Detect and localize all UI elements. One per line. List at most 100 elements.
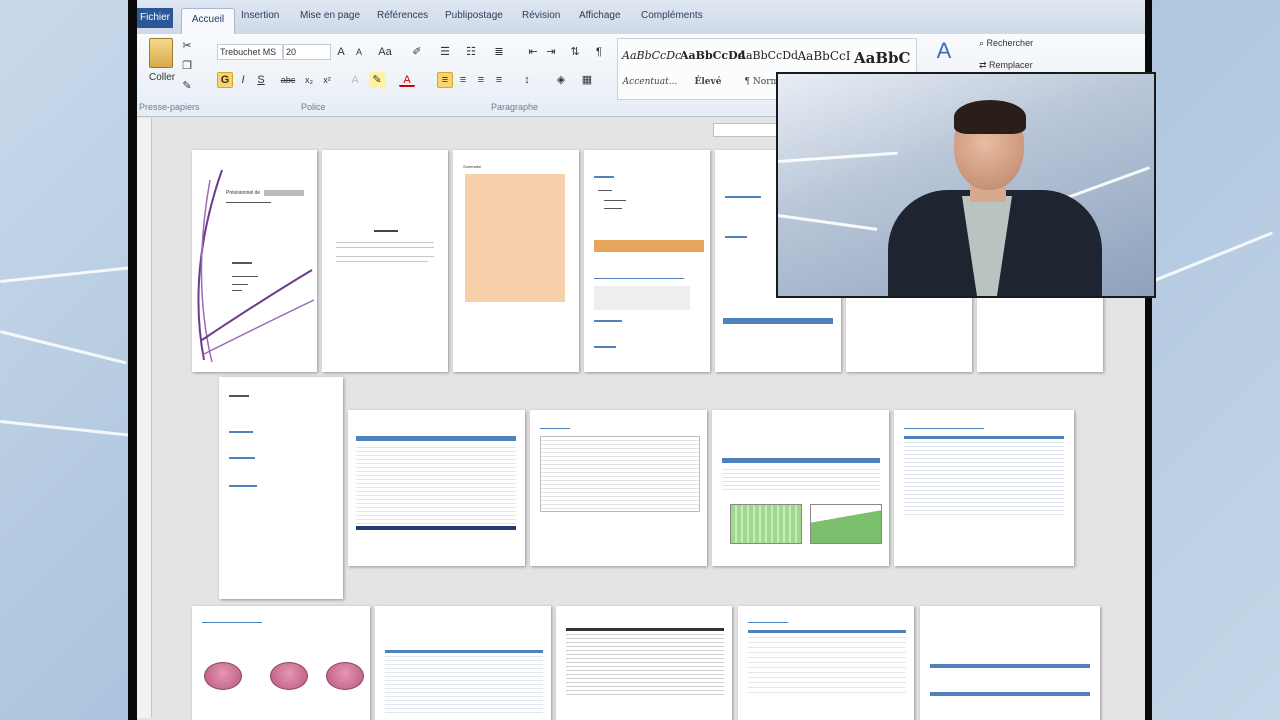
page-cashflow-table[interactable] — [556, 606, 732, 720]
page-blank[interactable] — [846, 295, 972, 372]
font-size-select[interactable]: 20 — [283, 44, 331, 60]
page-budget-table[interactable] — [348, 410, 525, 566]
vertical-ruler[interactable] — [137, 118, 152, 718]
page-summary-table[interactable] — [738, 606, 914, 720]
text-line — [604, 208, 622, 209]
tab-affichage[interactable]: Affichage — [579, 10, 621, 21]
align-right-icon[interactable]: ≡ — [473, 72, 489, 88]
numbering-icon[interactable]: ☷ — [463, 44, 479, 60]
text-line — [336, 247, 434, 248]
increase-indent-icon[interactable]: ⇥ — [543, 44, 559, 60]
italic-button[interactable]: I — [235, 72, 251, 88]
table-header — [930, 664, 1090, 668]
align-left-icon[interactable]: ≡ — [437, 72, 453, 88]
grow-font-icon[interactable]: A — [333, 44, 349, 60]
cover-title: Prévisionnel de — [226, 190, 261, 196]
tab-insertion[interactable]: Insertion — [241, 10, 279, 21]
presenter-hair — [954, 100, 1026, 134]
table-body — [748, 630, 906, 693]
decrease-indent-icon[interactable]: ⇤ — [525, 44, 541, 60]
page-financing-table[interactable] — [530, 410, 707, 566]
show-marks-icon[interactable]: ¶ — [591, 44, 607, 60]
paste-icon[interactable] — [149, 38, 173, 68]
section-heading — [725, 236, 747, 238]
section-heading — [229, 431, 253, 433]
highlight-icon[interactable]: ✎ — [369, 72, 385, 88]
superscript-button[interactable]: x² — [319, 72, 335, 88]
clipboard-group-label: Presse-papiers — [139, 102, 200, 112]
bold-button[interactable]: G — [217, 72, 233, 88]
shading-icon[interactable]: ◈ — [553, 72, 569, 88]
page-strategy[interactable] — [219, 377, 343, 599]
clear-format-icon[interactable]: ✐ — [409, 44, 425, 60]
align-center-icon[interactable]: ≡ — [455, 72, 471, 88]
change-styles-icon[interactable]: A — [931, 38, 957, 64]
style-accentuation[interactable]: AaBbCcDc Accentuat... — [622, 49, 682, 89]
horizontal-ruler[interactable] — [713, 123, 777, 137]
pie-chart-thumbnail — [326, 662, 364, 690]
justify-icon[interactable]: ≡ — [491, 72, 507, 88]
tab-revision[interactable]: Révision — [522, 10, 560, 21]
style-preview: AaBbCcDc — [622, 49, 682, 62]
find-button[interactable]: ⌕ Rechercher — [979, 38, 1033, 49]
tab-accueil[interactable]: Accueil — [181, 8, 235, 35]
section-heading — [229, 457, 255, 459]
font-name-select[interactable]: Trebuchet MS — [217, 44, 283, 60]
page-sommaire[interactable]: Sommaire — [453, 150, 579, 372]
shrink-font-icon[interactable]: A — [351, 44, 367, 60]
style-preview: AaBbCcI — [797, 49, 851, 63]
page-projections[interactable] — [894, 410, 1074, 566]
section-heading — [229, 395, 249, 397]
replace-button-label: Remplacer — [989, 60, 1033, 70]
tab-publipostage[interactable]: Publipostage — [445, 10, 503, 21]
style-eleve[interactable]: AaBbCcDd Élevé — [680, 49, 745, 89]
text-line — [604, 200, 626, 201]
bullets-icon[interactable]: ☰ — [437, 44, 453, 60]
page-accounts-table[interactable] — [375, 606, 551, 720]
cover-swoosh — [197, 169, 315, 363]
tab-mise-en-page[interactable]: Mise en page — [300, 10, 360, 21]
page-blank[interactable] — [977, 295, 1103, 372]
sort-icon[interactable]: ⇅ — [567, 44, 583, 60]
style-name: Élevé — [694, 77, 722, 87]
text-line — [336, 261, 428, 262]
binoculars-icon: ⌕ — [979, 38, 987, 48]
page-annex[interactable] — [920, 606, 1100, 720]
underline-button[interactable]: S — [253, 72, 269, 88]
section-heading — [904, 428, 984, 429]
page-pie-charts[interactable] — [192, 606, 370, 720]
borders-icon[interactable]: ▦ — [579, 72, 595, 88]
cover-title-highlight — [264, 190, 304, 196]
font-color-icon[interactable]: A — [399, 72, 415, 87]
cut-icon[interactable]: ✂ — [179, 38, 195, 54]
paste-button-label[interactable]: Coller — [149, 72, 175, 83]
tab-complements[interactable]: Compléments — [641, 10, 703, 21]
text-line — [598, 190, 612, 191]
cover-text-line — [232, 284, 248, 285]
font-group-label: Police — [301, 102, 326, 112]
subscript-button[interactable]: x₂ — [301, 72, 317, 88]
section-heading — [202, 622, 262, 623]
table-header — [722, 458, 880, 463]
page-charts[interactable] — [712, 410, 889, 566]
line-spacing-icon[interactable]: ↕ — [519, 72, 535, 88]
tab-fichier[interactable]: Fichier — [137, 8, 173, 28]
page-cover[interactable]: Prévisionnel de — [192, 150, 317, 372]
tab-references[interactable]: Références — [377, 10, 428, 21]
format-painter-icon[interactable]: ✎ — [179, 78, 195, 94]
page-introduction[interactable] — [322, 150, 448, 372]
section-heading — [594, 176, 614, 178]
table-total-row — [356, 526, 516, 530]
section-heading — [540, 428, 570, 429]
copy-icon[interactable]: ❐ — [179, 58, 195, 74]
strikethrough-button[interactable]: abc — [277, 72, 299, 88]
cover-company — [232, 262, 252, 264]
replace-icon: ⇄ — [979, 60, 990, 70]
page-presentation[interactable] — [584, 150, 710, 372]
pie-chart-thumbnail — [270, 662, 308, 690]
text-effects-icon[interactable]: A — [347, 72, 363, 88]
change-case-icon[interactable]: Aa — [377, 44, 393, 60]
multilevel-list-icon[interactable]: ≣ — [491, 44, 507, 60]
replace-button[interactable]: ⇄ Remplacer — [979, 60, 1033, 71]
table-body — [904, 436, 1064, 517]
